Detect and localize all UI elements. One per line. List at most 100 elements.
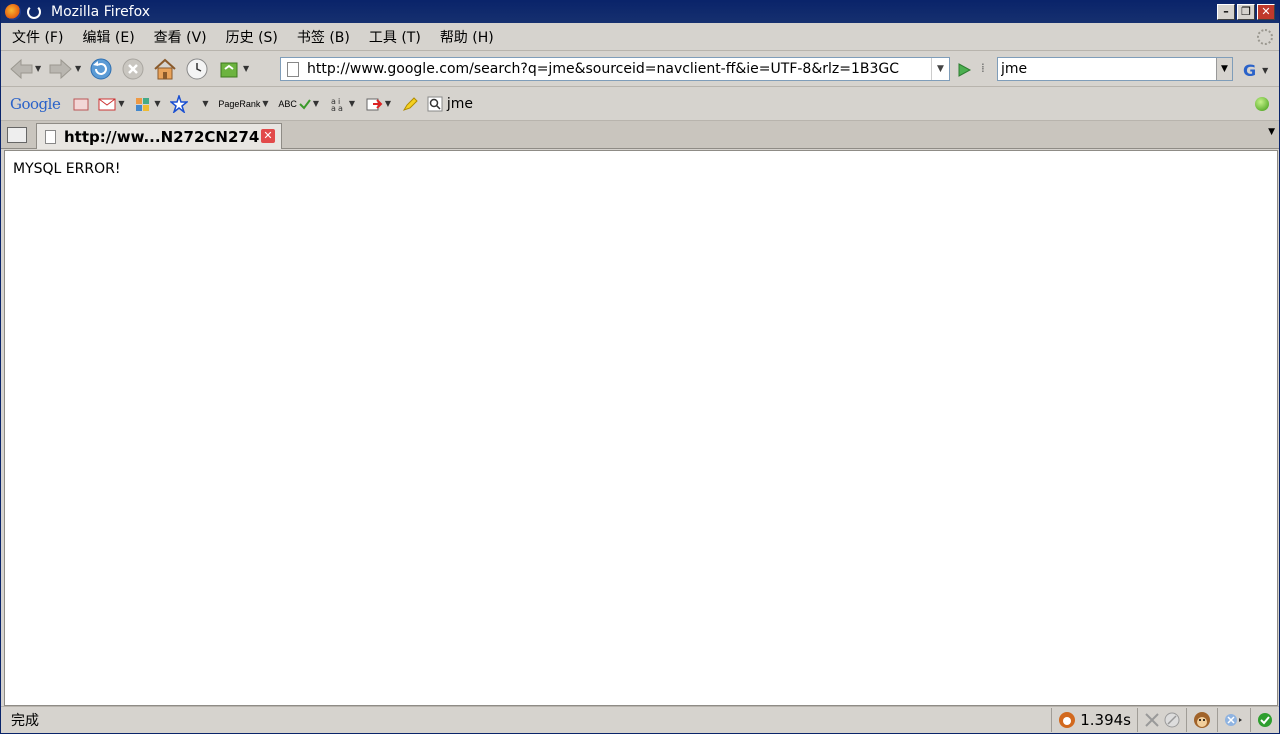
google-g-icon: G [1243,60,1257,80]
menu-tools[interactable]: 工具 (T) [358,27,429,47]
news-button[interactable] [72,96,90,112]
monkey-icon [1194,712,1210,728]
menu-history[interactable]: 历史 (S) [215,27,286,47]
network-icon [1225,714,1242,726]
send-to-dropdown[interactable]: ▼ [385,99,393,108]
recycle-icon [220,62,238,77]
back-history-dropdown[interactable]: ▼ [35,64,43,73]
home-icon [154,58,176,79]
gmail-button[interactable]: ▼ [98,96,126,112]
go-button[interactable] [953,59,975,81]
pagerank-button[interactable]: PageRank ▼ [218,99,270,109]
svg-text:a: a [338,104,343,112]
clock-icon [186,58,208,79]
pagerank-label: PageRank [218,98,261,109]
send-to-icon [366,98,383,110]
toolbar-splitter[interactable]: ⁞ [981,61,985,75]
search-term-button[interactable]: jme [427,96,473,112]
page-icon [287,61,299,77]
menu-view[interactable]: 查看 (V) [143,27,215,47]
forward-button[interactable] [47,55,75,83]
sync-icon [27,5,41,19]
google-logo[interactable]: Google [10,94,61,113]
network-indicator[interactable] [1217,708,1250,732]
greasemonkey-indicator[interactable] [1186,708,1217,732]
tab-strip: http://ww...N272CN274 ✕ ▼ [1,121,1279,149]
send-to-button[interactable]: ▼ [365,96,393,112]
url-text[interactable]: http://www.google.com/search?q=jme&sourc… [307,61,929,77]
spellcheck-dropdown[interactable]: ▼ [313,99,321,108]
recycle-dropdown[interactable]: ▼ [243,64,251,73]
spellcheck-abc-label: ABC [278,98,297,109]
google-toolbar: Google ▼ ▼ ▼ PageRank ▼ ABC ▼ aiaa ▼ ▼ j… [1,87,1279,121]
pagerank-dropdown[interactable]: ▼ [262,99,270,108]
tab-active[interactable]: http://ww...N272CN274 ✕ [36,123,282,149]
translate-button[interactable]: aiaa ▼ [329,96,357,112]
maximize-button[interactable]: ❐ [1237,4,1255,20]
load-time: 1.394s [1080,711,1131,729]
google-logo-text: Google [10,94,61,113]
firefox-logo-icon [5,4,21,20]
close-window-button[interactable]: ✕ [1257,4,1275,20]
stop-icon [122,58,144,79]
fasterfox-indicator[interactable]: 1.394s [1051,708,1137,732]
blocked-icon [1164,712,1180,728]
window-controls: – ❐ ✕ [1217,4,1275,20]
status-text: 完成 [11,713,39,729]
tools-icon [1145,713,1159,727]
tools-indicator[interactable] [1137,708,1186,732]
news-icon [73,98,89,110]
fox-icon [1059,712,1076,728]
url-history-dropdown[interactable]: ▼ [931,58,949,80]
search-term-label: jme [446,95,474,112]
menu-help[interactable]: 帮助 (H) [429,27,502,47]
status-bar: 完成 1.394s [1,706,1279,733]
translate-icon: a ia a [331,97,343,112]
search-box[interactable]: ▼ [997,57,1233,81]
bookmark-star-button[interactable]: ▼ [170,94,210,113]
menu-bookmarks[interactable]: 书签 (B) [286,27,358,47]
check-shield-icon [1258,713,1272,727]
svg-text:a: a [331,104,336,112]
error-message: MYSQL ERROR! [13,161,121,177]
magnifier-icon [427,96,443,111]
new-tab-button[interactable] [7,127,27,143]
checkmark-icon [299,98,311,110]
search-dropdown[interactable]: ▼ [1216,58,1232,80]
stop-button[interactable] [119,55,147,83]
recycle-button[interactable] [215,55,243,83]
forward-history-dropdown[interactable]: ▼ [75,64,83,73]
mail-icon [98,98,116,110]
spellcheck-button[interactable]: ABC ▼ [278,98,321,110]
forward-arrow-icon [49,58,72,79]
minimize-button[interactable]: – [1217,4,1235,20]
highlighter-button[interactable] [401,96,419,112]
status-bar-indicators: 1.394s [1051,707,1279,733]
tab-list-dropdown[interactable]: ▼ [1268,127,1275,137]
home-button[interactable] [151,55,179,83]
puzzle-button[interactable]: ▼ [134,96,162,112]
browser-window: Mozilla Firefox – ❐ ✕ 文件 (F) 编辑 (E) 查看 (… [0,0,1280,734]
bookmark-dropdown[interactable]: ▼ [202,99,210,108]
translate-dropdown[interactable]: ▼ [349,99,357,108]
puzzle-icon [136,97,150,111]
search-engine-dropdown[interactable]: ▼ [1262,66,1270,75]
gmail-dropdown[interactable]: ▼ [118,99,126,108]
throbber-icon [1257,29,1273,45]
history-clock-button[interactable] [183,55,211,83]
search-input[interactable] [998,61,1208,77]
back-arrow-icon [10,58,33,79]
menu-file[interactable]: 文件 (F) [1,27,71,47]
url-bar[interactable]: http://www.google.com/search?q=jme&sourc… [280,57,950,81]
highlighter-icon [402,96,418,111]
google-search-button[interactable]: G ▼ [1243,59,1273,81]
close-tab-icon[interactable]: ✕ [261,129,275,143]
star-icon [170,94,189,113]
reload-icon [90,58,112,79]
puzzle-dropdown[interactable]: ▼ [154,99,162,108]
green-status-icon[interactable] [1255,97,1269,111]
menu-edit[interactable]: 编辑 (E) [71,27,142,47]
back-button[interactable] [7,55,35,83]
security-indicator[interactable] [1250,708,1279,732]
reload-button[interactable] [87,55,115,83]
